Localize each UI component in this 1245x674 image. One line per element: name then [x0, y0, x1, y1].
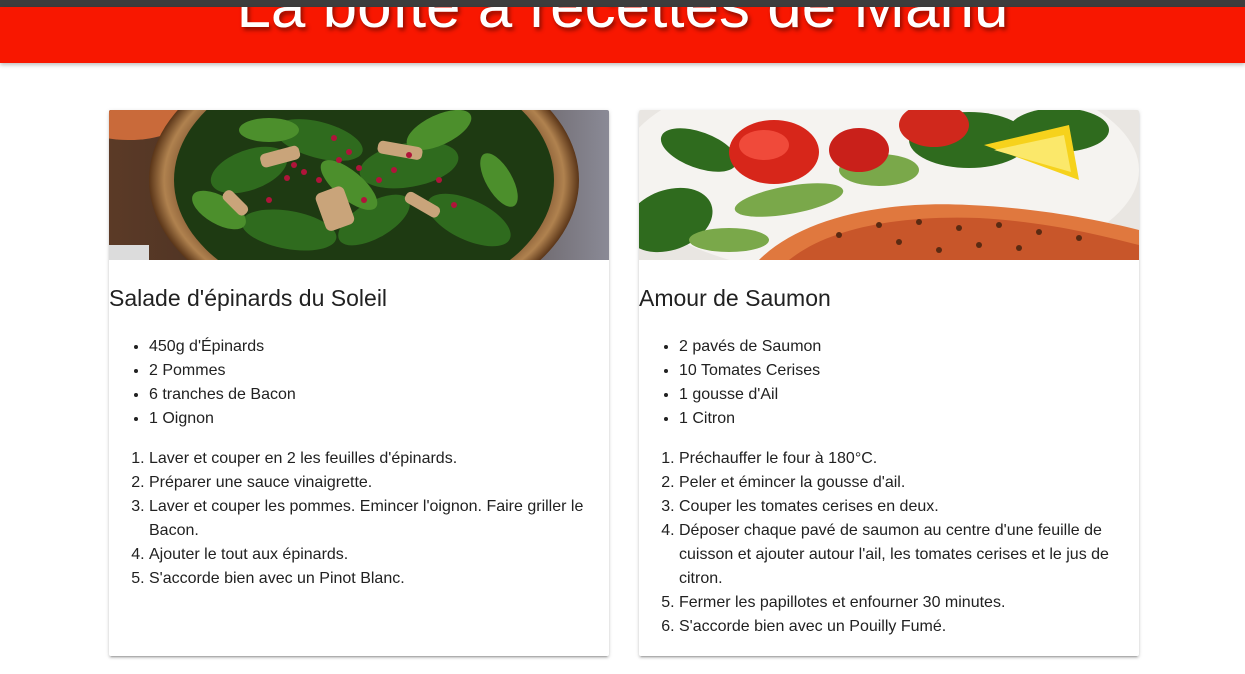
ingredient-item: 450g d'Épinards [149, 335, 589, 359]
ingredient-item: 2 pavés de Saumon [679, 335, 1119, 359]
step-item: S'accorde bien avec un Pinot Blanc. [149, 567, 589, 591]
step-item: Ajouter le tout aux épinards. [149, 543, 589, 567]
recipe-card-salmon: Amour de Saumon 2 pavés de Saumon 10 Tom… [639, 110, 1139, 656]
recipe-title: Amour de Saumon [639, 285, 831, 311]
step-item: Peler et émincer la gousse d'ail. [679, 471, 1119, 495]
step-item: Fermer les papillotes et enfourner 30 mi… [679, 591, 1119, 615]
step-item: Laver et couper les pommes. Emincer l'oi… [149, 495, 589, 543]
ingredient-item: 1 gousse d'Ail [679, 383, 1119, 407]
ingredient-item: 2 Pommes [149, 359, 589, 383]
ingredient-list: 450g d'Épinards 2 Pommes 6 tranches de B… [109, 335, 589, 431]
browser-top-strip [0, 0, 1245, 7]
ingredient-item: 1 Oignon [149, 407, 589, 431]
site-header: La boîte à recettes de Manu [0, 7, 1245, 63]
step-list: Préchauffer le four à 180°C. Peler et ém… [639, 447, 1119, 639]
site-title: La boîte à recettes de Manu [0, 7, 1245, 45]
spinach-salad-photo [109, 110, 609, 260]
ingredient-item: 10 Tomates Cerises [679, 359, 1119, 383]
recipe-card-spinach-salad: Salade d'épinards du Soleil 450g d'Épina… [109, 110, 609, 656]
ingredient-item: 1 Citron [679, 407, 1119, 431]
step-item: Déposer chaque pavé de saumon au centre … [679, 519, 1119, 591]
ingredient-list: 2 pavés de Saumon 10 Tomates Cerises 1 g… [639, 335, 1119, 431]
step-list: Laver et couper en 2 les feuilles d'épin… [109, 447, 589, 591]
recipe-title: Salade d'épinards du Soleil [109, 285, 388, 311]
step-item: S'accorde bien avec un Pouilly Fumé. [679, 615, 1119, 639]
step-item: Laver et couper en 2 les feuilles d'épin… [149, 447, 589, 471]
step-item: Préparer une sauce vinaigrette. [149, 471, 589, 495]
grilled-salmon-photo [639, 110, 1139, 260]
step-item: Préchauffer le four à 180°C. [679, 447, 1119, 471]
ingredient-item: 6 tranches de Bacon [149, 383, 589, 407]
step-item: Couper les tomates cerises en deux. [679, 495, 1119, 519]
